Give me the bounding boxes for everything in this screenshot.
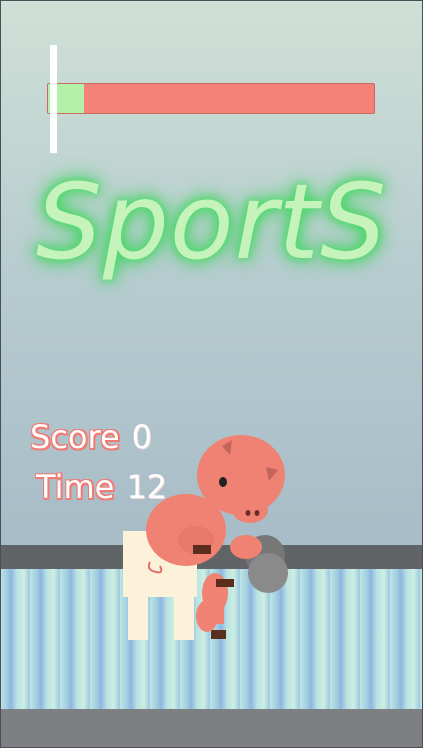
pig-lifting-dumbbell-icon — [146, 435, 288, 639]
game-scene — [123, 435, 288, 640]
